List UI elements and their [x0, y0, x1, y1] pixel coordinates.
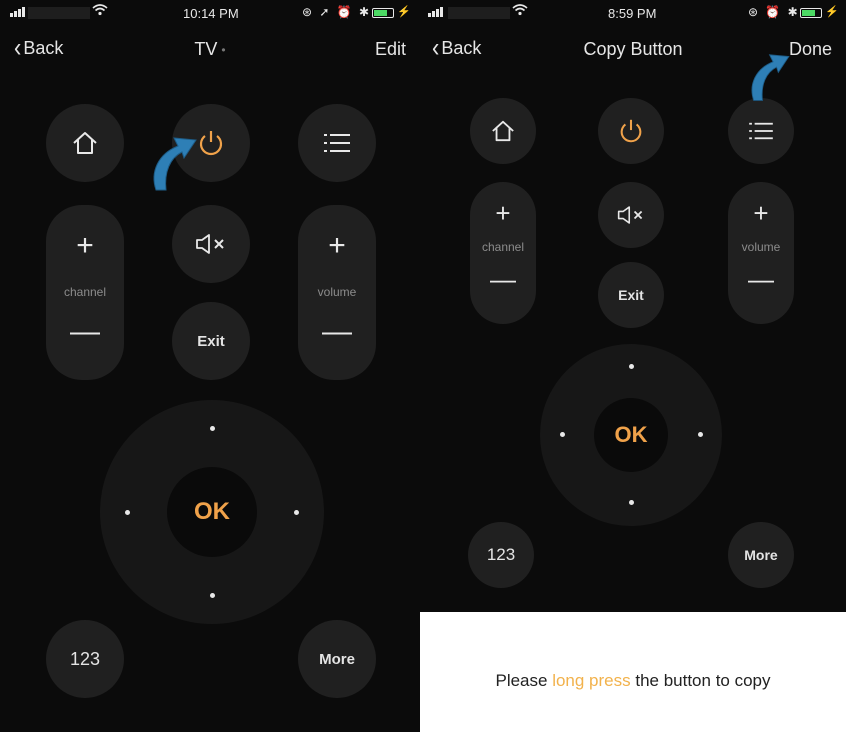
status-bar: 8:59 PM ⊛ ⏰ ✱ ⚡: [420, 0, 846, 26]
home-icon: [492, 120, 514, 142]
power-button[interactable]: [598, 98, 664, 164]
menu-button[interactable]: [728, 98, 794, 164]
signal-icon: [428, 7, 443, 17]
dpad: OK: [100, 400, 324, 624]
mute-button[interactable]: [598, 182, 664, 248]
power-icon: [199, 131, 223, 156]
ok-button[interactable]: OK: [594, 398, 668, 472]
volume-up-button[interactable]: +: [328, 231, 346, 261]
exit-button[interactable]: Exit: [598, 262, 664, 328]
signal-icon: [10, 7, 25, 17]
dpad: OK: [540, 344, 722, 526]
carrier-redacted: [448, 7, 510, 19]
mute-button[interactable]: [172, 205, 250, 283]
exit-button[interactable]: Exit: [172, 302, 250, 380]
more-button[interactable]: More: [728, 522, 794, 588]
volume-label: volume: [741, 240, 781, 254]
home-icon: [73, 132, 97, 154]
dpad-up-button[interactable]: [629, 364, 634, 369]
left-phone-screen: 10:14 PM ⊛ ➚ ⏰ ✱ ⚡ ‹ Back TV • Edit + cha…: [0, 0, 420, 732]
hint-text-before: Please: [495, 671, 553, 690]
wifi-icon: [512, 3, 528, 19]
numpad-button[interactable]: 123: [468, 522, 534, 588]
dpad-left-button[interactable]: [560, 432, 565, 437]
carrier-redacted: [28, 7, 90, 19]
copy-hint-text: Please long press the button to copy: [420, 671, 846, 691]
channel-rocker: + channel —: [46, 205, 124, 380]
home-button[interactable]: [470, 98, 536, 164]
status-bar: 10:14 PM ⊛ ➚ ⏰ ✱ ⚡: [0, 0, 420, 26]
channel-down-button[interactable]: —: [490, 266, 516, 292]
status-time: 10:14 PM: [183, 6, 239, 21]
menu-list-icon: [324, 134, 350, 152]
menu-list-icon: [749, 122, 773, 140]
numpad-button[interactable]: 123: [46, 620, 124, 698]
volume-down-button[interactable]: —: [748, 266, 774, 292]
battery-icon: [800, 8, 822, 18]
volume-up-button[interactable]: +: [753, 200, 768, 226]
home-button[interactable]: [46, 104, 124, 182]
dpad-right-button[interactable]: [698, 432, 703, 437]
page-title: TV •: [0, 39, 420, 60]
charging-icon: ⚡: [825, 6, 839, 18]
mute-icon: [617, 206, 643, 224]
hint-text-after: the button to copy: [630, 671, 771, 690]
edit-button[interactable]: Edit: [375, 39, 406, 60]
volume-label: volume: [317, 285, 357, 299]
pointer-arrow-icon: [153, 137, 197, 191]
channel-rocker: + channel —: [470, 182, 536, 324]
wifi-icon: [92, 3, 108, 19]
charging-icon: ⚡: [397, 6, 411, 18]
menu-button[interactable]: [298, 104, 376, 182]
power-icon: [620, 119, 642, 143]
title-dot-icon: •: [221, 43, 226, 58]
battery-icon: [372, 8, 394, 18]
status-icons: ⊛ ➚ ⏰ ✱: [302, 5, 372, 19]
ok-button[interactable]: OK: [167, 467, 257, 557]
more-button[interactable]: More: [298, 620, 376, 698]
channel-label: channel: [63, 285, 107, 299]
dpad-down-button[interactable]: [210, 593, 215, 598]
copy-hint-panel: Please long press the button to copy: [420, 612, 846, 732]
done-button[interactable]: Done: [789, 39, 832, 60]
status-time: 8:59 PM: [608, 6, 657, 21]
hint-highlight: long press: [552, 671, 631, 690]
dpad-up-button[interactable]: [210, 426, 215, 431]
volume-down-button[interactable]: —: [322, 317, 352, 347]
right-phone-screen: 8:59 PM ⊛ ⏰ ✱ ⚡ ‹ Back Copy Button Done …: [420, 0, 846, 612]
volume-rocker: + volume —: [728, 182, 794, 324]
channel-up-button[interactable]: +: [495, 200, 510, 226]
channel-label: channel: [481, 240, 525, 254]
volume-rocker: + volume —: [298, 205, 376, 380]
page-title-text: TV: [194, 39, 218, 59]
pointer-arrow-icon: [751, 54, 790, 101]
dpad-left-button[interactable]: [125, 510, 130, 515]
mute-icon: [196, 234, 224, 254]
channel-up-button[interactable]: +: [76, 231, 94, 261]
dpad-down-button[interactable]: [629, 500, 634, 505]
dpad-right-button[interactable]: [294, 510, 299, 515]
channel-down-button[interactable]: —: [70, 317, 100, 347]
status-icons: ⊛ ⏰ ✱: [748, 5, 800, 19]
nav-bar: ‹ Back TV • Edit: [0, 30, 420, 70]
